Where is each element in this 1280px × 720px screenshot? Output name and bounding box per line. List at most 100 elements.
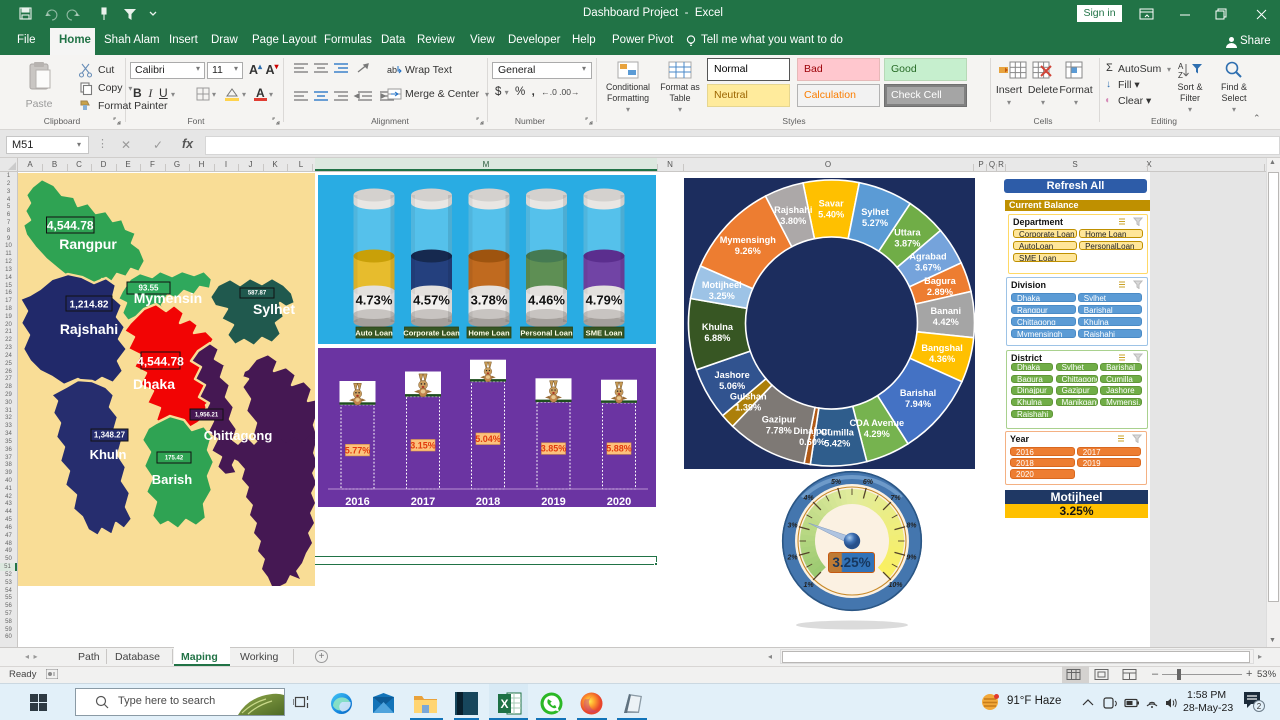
- svg-text:▾: ▾: [1188, 105, 1192, 114]
- svg-text:1,956.21: 1,956.21: [195, 413, 219, 419]
- svg-text:587.87: 587.87: [248, 291, 267, 297]
- svg-text:4.57%: 4.57%: [413, 293, 450, 308]
- svg-text:1,348.27: 1,348.27: [94, 431, 126, 440]
- svg-text:5%: 5%: [831, 479, 842, 486]
- svg-text:5.88%: 5.88%: [606, 444, 632, 454]
- svg-text:2018: 2018: [476, 496, 500, 507]
- svg-text:Home Loan: Home Loan: [468, 329, 510, 338]
- svg-text:Rajshahi: Rajshahi: [60, 321, 118, 337]
- svg-text:2: 2: [1257, 702, 1262, 711]
- svg-text:5.04%: 5.04%: [475, 434, 501, 444]
- svg-text:A: A: [1178, 62, 1184, 71]
- svg-text:Format as: Format as: [660, 82, 700, 92]
- svg-text:2020: 2020: [607, 496, 631, 507]
- svg-text:▾: ▾: [678, 105, 682, 114]
- svg-text:4.73%: 4.73%: [356, 293, 393, 308]
- svg-text:175.42: 175.42: [165, 456, 184, 462]
- svg-text:▾: ▾: [1232, 105, 1236, 114]
- svg-text:5.27%: 5.27%: [862, 218, 888, 228]
- svg-text:7.78%: 7.78%: [766, 426, 792, 436]
- svg-text:3.80%: 3.80%: [780, 216, 806, 226]
- svg-text:1,214.82: 1,214.82: [70, 300, 109, 311]
- svg-text:X: X: [500, 697, 508, 711]
- svg-text:Banani: Banani: [930, 306, 961, 316]
- svg-text:CDA Avenue: CDA Avenue: [849, 418, 904, 428]
- svg-text:4.29%: 4.29%: [864, 429, 890, 439]
- svg-text:4.36%: 4.36%: [929, 354, 955, 364]
- svg-text:Barishal: Barishal: [900, 388, 936, 398]
- svg-text:1%: 1%: [803, 582, 814, 589]
- svg-text:Auto Loan: Auto Loan: [355, 329, 393, 338]
- svg-text:Dhaka: Dhaka: [133, 376, 175, 392]
- svg-text:3.85%: 3.85%: [541, 444, 567, 454]
- svg-text:Rajshahi: Rajshahi: [774, 205, 812, 215]
- svg-text:3.78%: 3.78%: [471, 293, 508, 308]
- svg-text:7.94%: 7.94%: [905, 399, 931, 409]
- svg-text:3.67%: 3.67%: [915, 262, 941, 272]
- svg-text:3%: 3%: [788, 523, 799, 530]
- svg-text:6.88%: 6.88%: [704, 333, 730, 343]
- svg-text:Conditional: Conditional: [606, 82, 650, 92]
- svg-text:4.79%: 4.79%: [586, 293, 623, 308]
- svg-text:8%: 8%: [906, 523, 917, 530]
- svg-text:2%: 2%: [787, 554, 799, 561]
- svg-text:6%: 6%: [863, 479, 874, 486]
- svg-text:Sylhet: Sylhet: [253, 301, 295, 317]
- svg-text:9%: 9%: [906, 554, 917, 561]
- svg-text:4,544.78: 4,544.78: [47, 219, 94, 233]
- svg-text:A: A: [256, 86, 265, 100]
- svg-text:Corporate Loan: Corporate Loan: [403, 329, 460, 338]
- svg-text:SME Loan: SME Loan: [586, 329, 623, 338]
- svg-text:2.89%: 2.89%: [927, 287, 953, 297]
- svg-text:5.06%: 5.06%: [719, 381, 745, 391]
- svg-text:Chittagong: Chittagong: [204, 428, 273, 443]
- svg-text:3.15%: 3.15%: [410, 440, 436, 450]
- svg-text:Table: Table: [669, 93, 690, 103]
- svg-text:Motijheel: Motijheel: [702, 280, 742, 290]
- svg-text:Personal Loan: Personal Loan: [520, 329, 573, 338]
- svg-text:▾: ▾: [212, 90, 216, 99]
- svg-text:4.46%: 4.46%: [528, 293, 565, 308]
- svg-text:Mymensin: Mymensin: [134, 290, 202, 306]
- svg-text:Uttara: Uttara: [894, 227, 921, 237]
- svg-text:▾: ▾: [626, 105, 630, 114]
- svg-text:▾: ▾: [269, 90, 273, 99]
- svg-text:5.40%: 5.40%: [818, 210, 844, 220]
- svg-text:Z: Z: [1178, 71, 1183, 80]
- svg-text:Agrabad: Agrabad: [909, 251, 946, 261]
- svg-text:Rangpur: Rangpur: [59, 236, 117, 252]
- svg-text:2016: 2016: [345, 496, 369, 507]
- svg-text:Select: Select: [1221, 93, 1247, 103]
- svg-text:Formatting: Formatting: [607, 93, 649, 103]
- svg-text:10%: 10%: [888, 582, 903, 589]
- svg-text:Savar: Savar: [819, 199, 844, 209]
- svg-text:Gulshan: Gulshan: [730, 392, 767, 402]
- svg-text:2017: 2017: [411, 496, 435, 507]
- svg-text:Mymensingh: Mymensingh: [720, 235, 777, 245]
- svg-text:Jashore: Jashore: [714, 370, 749, 380]
- svg-text:2019: 2019: [541, 496, 565, 507]
- svg-text:4%: 4%: [802, 495, 814, 502]
- svg-text:Sylhet: Sylhet: [861, 207, 889, 217]
- svg-text:Dinajpur: Dinajpur: [793, 426, 831, 436]
- svg-text:Bangshal: Bangshal: [921, 343, 962, 353]
- svg-text:9.26%: 9.26%: [735, 246, 761, 256]
- svg-text:3.87%: 3.87%: [894, 238, 920, 248]
- svg-text:5.77%: 5.77%: [345, 445, 371, 455]
- svg-text:Khulna: Khulna: [702, 322, 734, 332]
- svg-text:3.25%: 3.25%: [709, 291, 735, 301]
- svg-text:Sort &: Sort &: [1177, 82, 1202, 92]
- svg-text:ab: ab: [387, 65, 397, 75]
- svg-text:Barish: Barish: [152, 472, 193, 487]
- svg-text:Gazipur: Gazipur: [762, 415, 797, 425]
- svg-text:0.60%: 0.60%: [799, 437, 825, 447]
- svg-text:1.39%: 1.39%: [735, 403, 761, 413]
- svg-text:Paste: Paste: [26, 98, 53, 110]
- svg-text:Find &: Find &: [1221, 82, 1247, 92]
- svg-text:Bagura: Bagura: [924, 276, 957, 286]
- svg-text:▾: ▾: [242, 90, 246, 99]
- svg-text:5.42%: 5.42%: [824, 438, 850, 448]
- svg-text:4.42%: 4.42%: [933, 317, 959, 327]
- svg-text:7%: 7%: [890, 495, 901, 502]
- svg-text:Khuln: Khuln: [90, 447, 127, 462]
